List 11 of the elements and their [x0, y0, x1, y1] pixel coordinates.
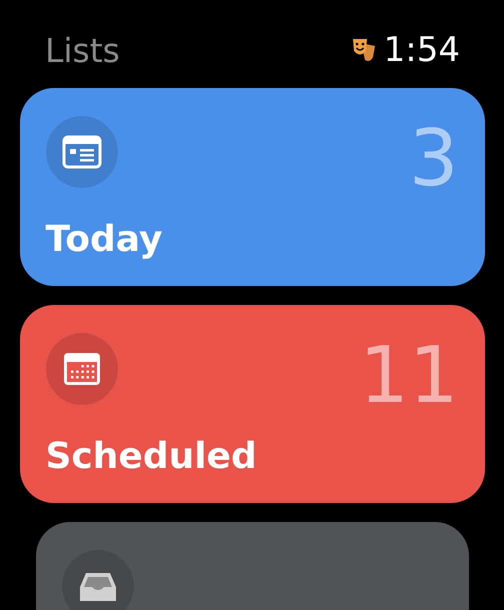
- clock-time: 1:54: [384, 30, 460, 70]
- calendar-icon: [62, 351, 102, 387]
- screen-title: Lists: [45, 30, 120, 70]
- theater-masks-icon: [352, 37, 376, 63]
- calendar-card-icon: [62, 135, 102, 169]
- list-name: Scheduled: [46, 436, 257, 477]
- list-card[interactable]: 3 Today: [20, 88, 484, 286]
- list-card[interactable]: 11 Scheduled: [20, 305, 484, 503]
- list-count: 3: [408, 120, 458, 198]
- list-name: Today: [46, 219, 162, 260]
- list-count: 11: [359, 337, 458, 415]
